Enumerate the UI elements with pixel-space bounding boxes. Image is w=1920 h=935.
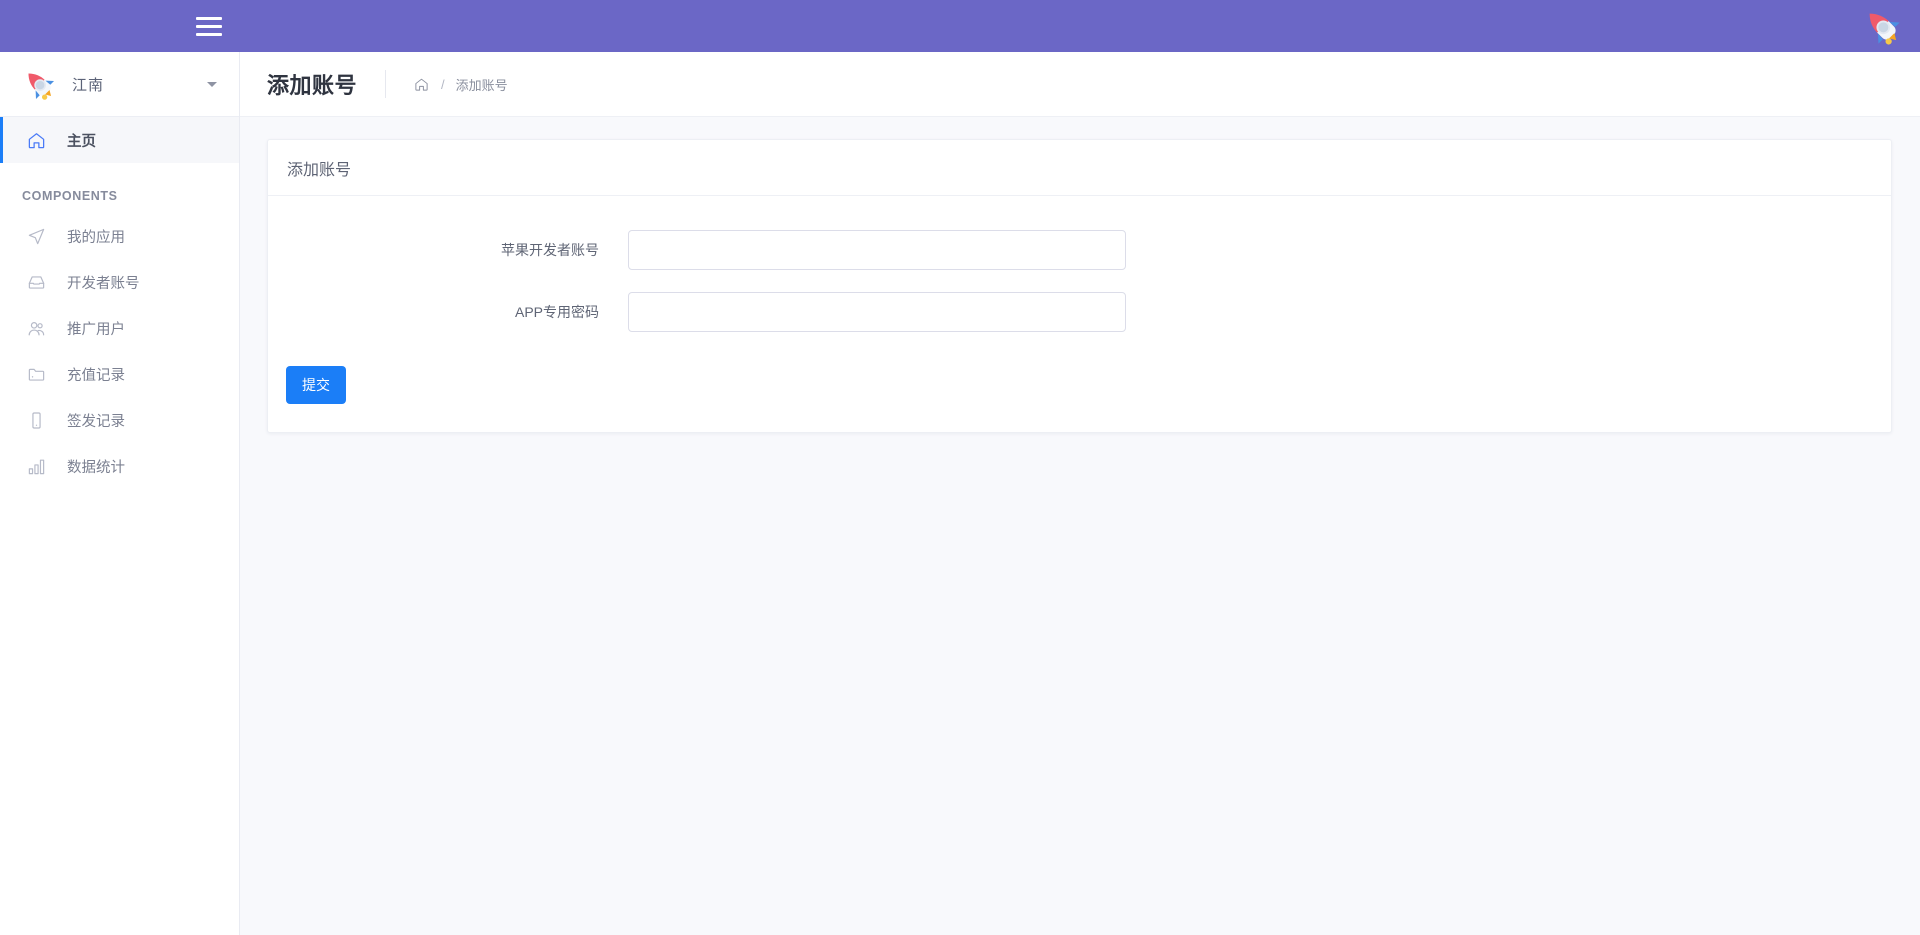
sidebar-item-recharge-records[interactable]: 充值记录 bbox=[0, 351, 239, 397]
breadcrumb-home-icon[interactable] bbox=[414, 76, 430, 92]
sidebar-item-label: 充值记录 bbox=[67, 367, 125, 384]
topbar-rocket-logo-icon[interactable] bbox=[1862, 6, 1902, 46]
hamburger-bar bbox=[196, 24, 222, 28]
sidebar-item-promotion-users[interactable]: 推广用户 bbox=[0, 305, 239, 351]
app-specific-password-input[interactable] bbox=[628, 292, 1126, 332]
breadcrumb: / 添加账号 bbox=[385, 70, 508, 98]
sidebar-item-home[interactable]: 主页 bbox=[0, 117, 239, 163]
inbox-icon bbox=[25, 271, 47, 293]
hamburger-menu-icon[interactable] bbox=[196, 13, 222, 39]
folder-icon bbox=[25, 363, 47, 385]
sidebar-item-developer-account[interactable]: 开发者账号 bbox=[0, 259, 239, 305]
form-row-apple-developer-account: 苹果开发者账号 bbox=[268, 230, 1891, 270]
sidebar-nav: 主页 COMPONENTS 我的应用 开发者账号 推广用户 充值记录 签发记录 … bbox=[0, 117, 239, 489]
sidebar-section-label: COMPONENTS bbox=[22, 189, 118, 203]
hamburger-bar bbox=[196, 16, 222, 20]
sidebar-item-label: 我的应用 bbox=[67, 229, 125, 246]
sidebar-item-label: 主页 bbox=[67, 133, 96, 150]
main-content: 添加账号 / 添加账号 添加账号 苹果开发者账号 APP专用密码 提交 bbox=[240, 52, 1920, 935]
sidebar-item-my-apps[interactable]: 我的应用 bbox=[0, 213, 239, 259]
sidebar-item-issue-records[interactable]: 签发记录 bbox=[0, 397, 239, 443]
add-account-card: 添加账号 苹果开发者账号 APP专用密码 提交 bbox=[267, 139, 1892, 433]
sidebar: 江南 主页 COMPONENTS 我的应用 开发者账号 推广用户 充值记录 签发… bbox=[0, 52, 240, 935]
apple-developer-account-input[interactable] bbox=[628, 230, 1126, 270]
tablet-icon bbox=[25, 409, 47, 431]
sidebar-brand[interactable]: 江南 bbox=[0, 52, 239, 117]
sidebar-item-label: 签发记录 bbox=[67, 413, 125, 430]
brand-name: 江南 bbox=[72, 76, 105, 94]
sidebar-item-label: 开发者账号 bbox=[67, 275, 140, 292]
sidebar-item-label: 推广用户 bbox=[67, 321, 125, 338]
send-icon bbox=[25, 225, 47, 247]
card-header: 添加账号 bbox=[268, 140, 1891, 196]
home-icon bbox=[25, 129, 47, 151]
breadcrumb-separator: / bbox=[441, 76, 445, 92]
brand-dropdown-caret-icon[interactable] bbox=[207, 82, 217, 87]
hamburger-bar bbox=[196, 32, 222, 36]
users-icon bbox=[25, 317, 47, 339]
breadcrumb-current: 添加账号 bbox=[455, 77, 508, 93]
card-body: 苹果开发者账号 APP专用密码 提交 bbox=[268, 196, 1891, 432]
apple-developer-account-label: 苹果开发者账号 bbox=[501, 242, 599, 258]
sidebar-item-label: 数据统计 bbox=[67, 459, 125, 476]
top-bar bbox=[0, 0, 1920, 52]
bar-chart-icon bbox=[25, 455, 47, 477]
form-row-app-specific-password: APP专用密码 bbox=[268, 292, 1891, 332]
page-title: 添加账号 bbox=[267, 73, 358, 98]
app-specific-password-label: APP专用密码 bbox=[514, 304, 599, 320]
form-actions: 提交 bbox=[268, 354, 1891, 432]
sidebar-item-statistics[interactable]: 数据统计 bbox=[0, 443, 239, 489]
page-header: 添加账号 / 添加账号 bbox=[240, 52, 1920, 117]
brand-rocket-logo-icon bbox=[22, 67, 56, 101]
submit-button[interactable]: 提交 bbox=[286, 366, 346, 404]
